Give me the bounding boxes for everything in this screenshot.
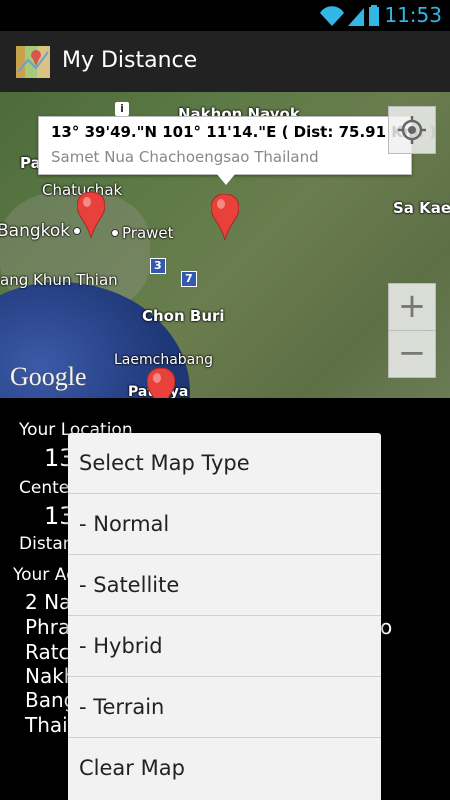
my-location-button[interactable] [388, 106, 436, 154]
app-logo-icon[interactable] [14, 42, 54, 82]
address-line: Thai [25, 713, 68, 737]
menu-item-hybrid[interactable]: - Hybrid [68, 616, 381, 677]
map-label-sa-kaeo: Sa Kaeo [393, 199, 450, 217]
signal-icon [348, 8, 364, 26]
crosshair-icon [398, 116, 426, 144]
address-line-tail: o [380, 615, 393, 639]
app-title: My Distance [62, 48, 198, 73]
status-time: 11:53 [384, 3, 442, 27]
address-line: 2 Na [25, 590, 72, 614]
google-logo: Google [10, 362, 87, 391]
callout-coordinates: 13° 39'49."N 101° 11'14."E ( Dist: 75.91… [51, 123, 437, 141]
wifi-icon [320, 6, 344, 27]
map-label-prawet: Prawet [108, 224, 174, 242]
map-label-bangkok: Bangkok [0, 221, 84, 241]
distance-label: Distan [19, 534, 74, 554]
zoom-out-button[interactable]: − [388, 330, 436, 378]
clear-map-button[interactable]: Clear Map [68, 738, 381, 798]
menu-item-satellite[interactable]: - Satellite [68, 555, 381, 616]
callout-tail [216, 173, 236, 185]
menu-item-terrain[interactable]: - Terrain [68, 677, 381, 738]
zoom-in-button[interactable]: + [388, 283, 436, 331]
map-view[interactable]: Nakhon Nayok Pa Chatuchak Bangkok Prawet… [0, 92, 450, 398]
callout-address: Samet Nua Chachoengsao Thailand [51, 148, 319, 166]
battery-icon [369, 5, 379, 26]
map-label-bang-khun-thian: ang Khun Thian [0, 271, 118, 289]
road-shield-3: 3 [150, 258, 166, 274]
marker-info-window[interactable]: 13° 39'49."N 101° 11'14."E ( Dist: 75.91… [38, 116, 436, 185]
select-map-type-menu: Select Map Type - Normal - Satellite - H… [68, 433, 381, 800]
map-pin-icon[interactable] [210, 193, 240, 241]
info-icon[interactable]: i [115, 102, 129, 116]
status-bar: 11:53 [0, 0, 450, 31]
map-pin-icon[interactable] [76, 191, 106, 239]
address-line: Ratc [25, 640, 70, 664]
menu-title: Select Map Type [68, 433, 381, 494]
map-label-chon-buri: Chon Buri [142, 307, 225, 325]
your-address-label: Your Ac [13, 565, 76, 585]
address-line: Phra [25, 615, 71, 639]
map-pin-icon[interactable] [146, 367, 176, 398]
map-label-laemchabang: Laemchabang [114, 352, 214, 368]
action-bar: My Distance [0, 31, 450, 92]
road-shield-7: 7 [181, 271, 197, 287]
status-icons [318, 5, 380, 31]
menu-item-normal[interactable]: - Normal [68, 494, 381, 555]
